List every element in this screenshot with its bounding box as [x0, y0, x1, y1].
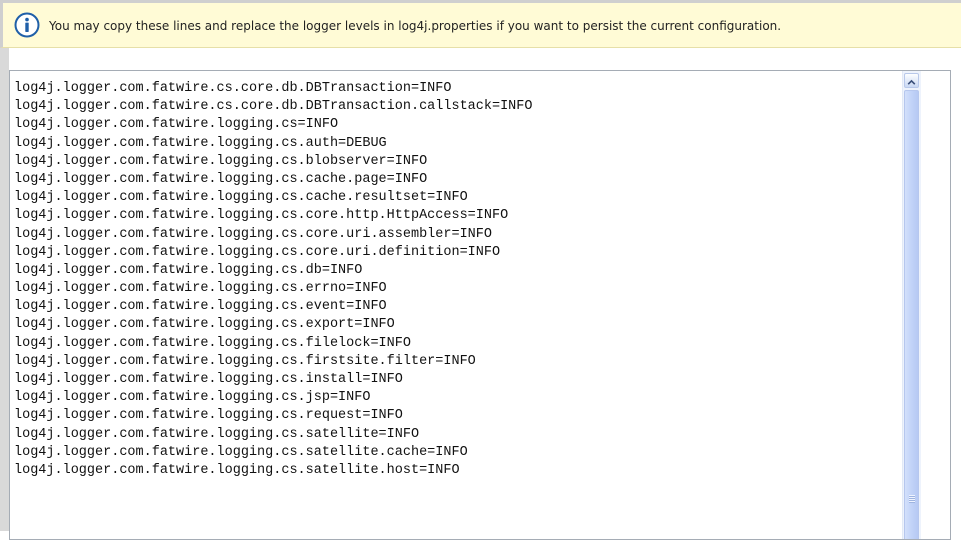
info-banner: You may copy these lines and replace the… — [0, 0, 961, 48]
scroll-up-button[interactable] — [904, 73, 919, 88]
scroll-thumb[interactable] — [904, 90, 919, 539]
config-line: log4j.logger.com.fatwire.logging.cs.core… — [14, 208, 509, 224]
logger-config-textarea[interactable]: log4j.logger.com.fatwire.cs.core.db.DBTr… — [9, 70, 951, 540]
config-line: log4j.logger.com.fatwire.logging.cs.sate… — [14, 444, 468, 460]
config-line: log4j.logger.com.fatwire.logging.cs.cach… — [14, 171, 428, 187]
grip-icon — [909, 495, 915, 503]
config-line: log4j.logger.com.fatwire.logging.cs.core… — [14, 226, 492, 242]
spacer — [0, 48, 961, 70]
config-line: log4j.logger.com.fatwire.logging.cs=INFO — [14, 117, 339, 133]
config-line: log4j.logger.com.fatwire.logging.cs.cach… — [14, 190, 468, 206]
config-line: log4j.logger.com.fatwire.logging.cs.firs… — [14, 353, 476, 369]
config-line: log4j.logger.com.fatwire.logging.cs.blob… — [14, 153, 428, 169]
config-line: log4j.logger.com.fatwire.logging.cs.db=I… — [14, 262, 363, 278]
config-line: log4j.logger.com.fatwire.logging.cs.file… — [14, 335, 411, 351]
config-line: log4j.logger.com.fatwire.logging.cs.errn… — [14, 281, 387, 297]
config-line: log4j.logger.com.fatwire.logging.cs.jsp=… — [14, 390, 371, 406]
config-line: log4j.logger.com.fatwire.logging.cs.even… — [14, 299, 387, 315]
config-line: log4j.logger.com.fatwire.cs.core.db.DBTr… — [14, 99, 533, 115]
config-line: log4j.logger.com.fatwire.logging.cs.requ… — [14, 408, 403, 424]
info-icon — [14, 12, 40, 38]
config-line: log4j.logger.com.fatwire.logging.cs.core… — [14, 244, 501, 260]
config-line: log4j.logger.com.fatwire.logging.cs.auth… — [14, 135, 387, 151]
page-left-border — [0, 48, 9, 531]
config-lines-list: log4j.logger.com.fatwire.cs.core.db.DBTr… — [14, 80, 532, 480]
vertical-scrollbar[interactable] — [902, 71, 921, 539]
config-line: log4j.logger.com.fatwire.logging.cs.inst… — [14, 372, 403, 387]
config-line: log4j.logger.com.fatwire.cs.core.db.DBTr… — [14, 81, 452, 96]
chevron-up-icon — [907, 79, 916, 85]
config-line: log4j.logger.com.fatwire.logging.cs.sate… — [14, 426, 420, 442]
config-line: log4j.logger.com.fatwire.logging.cs.expo… — [14, 317, 395, 333]
config-line: log4j.logger.com.fatwire.logging.cs.sate… — [14, 462, 460, 478]
info-message: You may copy these lines and replace the… — [49, 19, 782, 33]
